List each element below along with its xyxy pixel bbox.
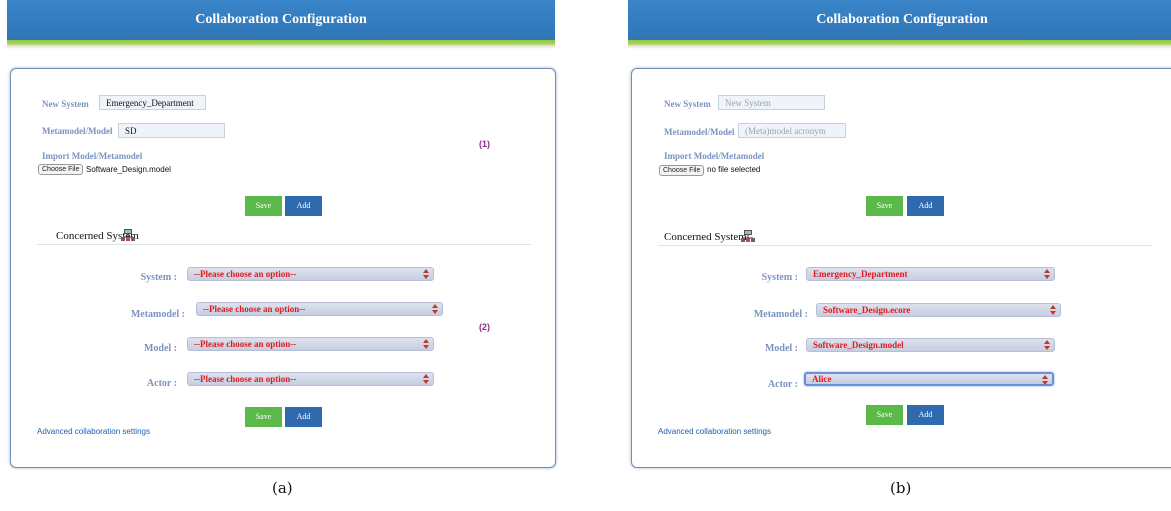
- actor-select[interactable]: Alice: [804, 372, 1054, 386]
- model-label: Model :: [764, 343, 798, 354]
- section-divider: [658, 245, 1152, 246]
- metamodel-input[interactable]: (Meta)model acronym: [738, 123, 846, 138]
- file-name: Software_Design.model: [86, 165, 171, 174]
- system-label: System :: [140, 272, 177, 283]
- save-button-2[interactable]: Save: [245, 407, 282, 427]
- file-name: no file selected: [707, 165, 761, 174]
- save-button-2[interactable]: Save: [866, 405, 903, 425]
- up-down-arrows-icon: [423, 374, 429, 384]
- system-select-value: Emergency_Department: [813, 269, 908, 279]
- metamodel-select-label: Metamodel :: [130, 309, 185, 320]
- metamodel-select-value: Software_Design.ecore: [823, 305, 911, 315]
- import-label: Import Model/Metamodel: [664, 151, 765, 161]
- metamodel-select-label: Metamodel :: [753, 309, 808, 320]
- model-select[interactable]: --Please choose an option--: [187, 337, 434, 351]
- model-select-value: --Please choose an option--: [194, 339, 297, 349]
- up-down-arrows-icon: [1050, 305, 1056, 315]
- up-down-arrows-icon: [423, 339, 429, 349]
- up-down-arrows-icon: [1044, 340, 1050, 350]
- advanced-settings-link[interactable]: Advanced collaboration settings: [658, 427, 771, 436]
- actor-label: Actor :: [767, 379, 798, 390]
- system-select[interactable]: Emergency_Department: [806, 267, 1055, 281]
- actor-label: Actor :: [146, 378, 177, 389]
- up-down-arrows-icon: [1044, 269, 1050, 279]
- import-label: Import Model/Metamodel: [42, 151, 143, 161]
- save-button[interactable]: Save: [245, 196, 282, 216]
- system-select-value: --Please choose an option--: [194, 269, 297, 279]
- system-select[interactable]: --Please choose an option--: [187, 267, 434, 281]
- choose-file-button[interactable]: Choose File: [38, 164, 84, 175]
- marker-2: (2): [479, 322, 490, 332]
- metamodel-select-value: --Please choose an option--: [203, 304, 306, 314]
- metamodel-input[interactable]: SD: [118, 123, 225, 138]
- actor-select[interactable]: --Please choose an option--: [187, 372, 434, 386]
- concerned-system-heading: Concerned System: [664, 231, 747, 243]
- metamodel-select[interactable]: --Please choose an option--: [196, 302, 443, 316]
- add-button[interactable]: Add: [907, 196, 944, 216]
- new-system-input[interactable]: New System: [718, 95, 825, 110]
- add-button-2[interactable]: Add: [285, 407, 322, 427]
- metamodel-select[interactable]: Software_Design.ecore: [816, 303, 1061, 317]
- section-divider: [37, 244, 531, 245]
- new-system-label: New System: [664, 99, 711, 109]
- new-system-label: New System: [42, 99, 89, 109]
- model-label: Model :: [143, 343, 177, 354]
- actor-select-value: --Please choose an option--: [194, 374, 297, 384]
- marker-1: (1): [479, 139, 490, 149]
- caption-a: (a): [272, 479, 293, 497]
- caption-b: (b): [890, 479, 912, 497]
- actor-select-value: Alice: [812, 374, 832, 384]
- config-card: New System New System Metamodel/Model (M…: [631, 68, 1171, 468]
- panel-a: Collaboration Configuration New System E…: [7, 0, 556, 511]
- config-card: New System Emergency_Department Metamode…: [10, 68, 556, 468]
- save-button[interactable]: Save: [866, 196, 903, 216]
- page-title: Collaboration Configuration: [628, 0, 1171, 40]
- network-system-icon: [741, 230, 755, 242]
- up-down-arrows-icon: [432, 304, 438, 314]
- metamodel-label: Metamodel/Model: [664, 127, 735, 137]
- header-shadow: [628, 45, 1171, 49]
- choose-file-button[interactable]: Choose File: [659, 165, 705, 176]
- up-down-arrows-icon: [1042, 375, 1048, 385]
- model-select[interactable]: Software_Design.model: [806, 338, 1055, 352]
- system-label: System :: [761, 272, 798, 283]
- page-title: Collaboration Configuration: [7, 0, 555, 40]
- header-shadow: [7, 45, 555, 49]
- new-system-input[interactable]: Emergency_Department: [99, 95, 206, 110]
- advanced-settings-link[interactable]: Advanced collaboration settings: [37, 427, 150, 436]
- model-select-value: Software_Design.model: [813, 340, 904, 350]
- panel-b: Collaboration Configuration New System N…: [628, 0, 1171, 511]
- add-button[interactable]: Add: [285, 196, 322, 216]
- metamodel-label: Metamodel/Model: [42, 126, 113, 136]
- network-system-icon: [121, 229, 135, 241]
- up-down-arrows-icon: [423, 269, 429, 279]
- add-button-2[interactable]: Add: [907, 405, 944, 425]
